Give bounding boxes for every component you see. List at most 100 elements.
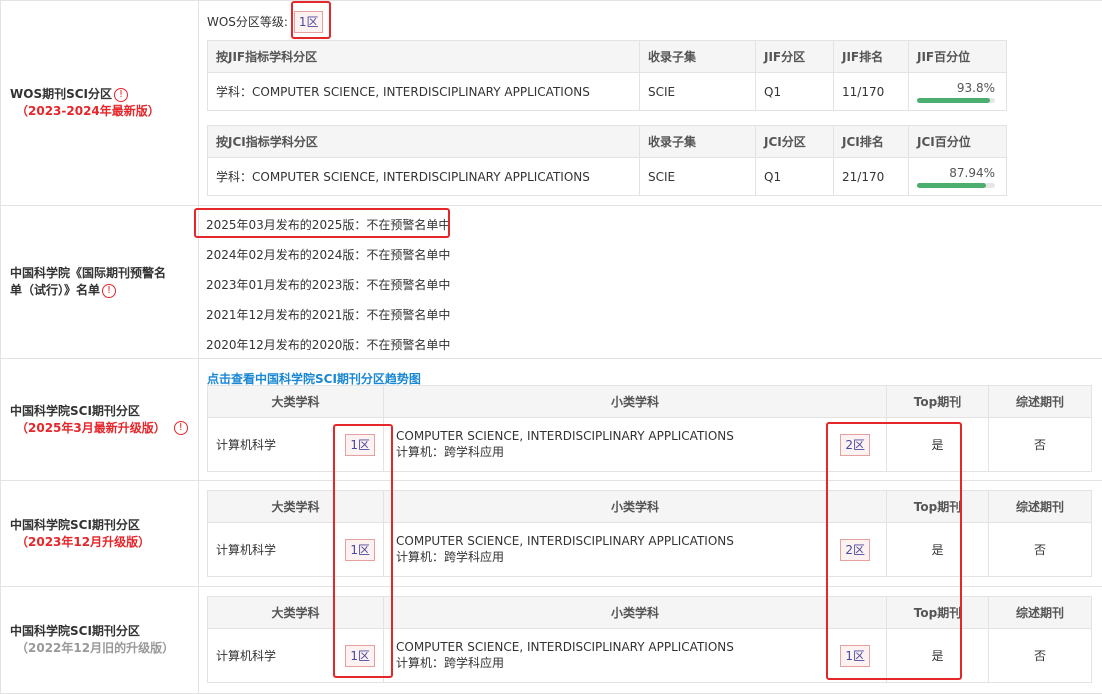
warning-label: 中国科学院《国际期刊预警名单（试行）》名单 [10,266,167,297]
wos-edition: （2023-2024年最新版） [16,104,160,118]
cas-header-minor: 小类学科 [383,385,887,418]
cas-edition: （2022年12月旧的升级版） [16,641,175,655]
jif-rank: 11/170 [833,72,909,111]
cas-header-major: 大类学科 [207,596,384,629]
jif-progress-fill [917,97,991,103]
cas-edition: （2023年12月升级版） [16,534,151,549]
cas-header-top: Top期刊 [886,596,989,629]
cas-top: 是 [886,522,989,577]
cas-header-major: 大类学科 [207,385,384,418]
jif-subset: SCIE [639,72,756,111]
warning-item: 2025年03月发布的2025版：不在预警名单中 [206,218,451,232]
cas-header-review: 综述期刊 [988,490,1092,523]
info-icon[interactable]: ! [114,87,128,102]
cas-minor-zone: 2区 [840,539,870,561]
cas-header-top: Top期刊 [886,385,989,418]
cas-header-minor: 小类学科 [383,596,887,629]
jif-header-percentile: JIF百分位 [908,40,1007,73]
cas-minor-zone: 1区 [840,645,870,667]
jci-header-rank: JCI排名 [833,125,909,158]
cas-content: 大类学科 小类学科 Top期刊 综述期刊 计算机科学 1区 COMPUTER S… [199,481,1102,586]
cas-label-cell: 中国科学院SCI期刊分区 （2022年12月旧的升级版） [0,587,199,693]
cas-major-cell: 计算机科学 1区 [207,628,384,683]
cas-header-minor: 小类学科 [383,490,887,523]
cas-major: 计算机科学 [216,649,277,663]
jci-percentile-cell: 87.94% [908,157,1007,196]
cas-major: 计算机科学 [216,438,277,452]
cas-table: 大类学科 小类学科 Top期刊 综述期刊 计算机科学 1区 COMPUTER S… [207,490,1092,577]
warning-item: 2021年12月发布的2021版：不在预警名单中 [206,308,451,322]
cas-major: 计算机科学 [216,543,277,557]
wos-grade-label: WOS分区等级: [207,15,288,29]
cas-review: 否 [988,417,1092,472]
wos-label-cell: WOS期刊SCI分区! （2023-2024年最新版） [0,1,199,205]
wos-grade-line: WOS分区等级: 1区 [207,11,324,33]
jci-progress-fill [917,182,986,188]
cas-review: 否 [988,628,1092,683]
cas-label-cell: 中国科学院SCI期刊分区 （2023年12月升级版） [0,481,199,586]
jci-header-quartile: JCI分区 [755,125,834,158]
jif-percentile-cell: 93.8% [908,72,1007,111]
warning-row: 中国科学院《国际期刊预警名单（试行）》名单! 2025年03月发布的2025版：… [0,206,1102,359]
cas-minor-cn: 计算机：跨学科应用 [396,550,505,564]
jci-percentile: 87.94% [949,165,995,180]
info-icon[interactable]: ! [173,421,188,435]
cas-major-cell: 计算机科学 1区 [207,417,384,472]
info-icon[interactable]: ! [102,283,117,298]
wos-content: WOS分区等级: 1区 按JIF指标学科分区 收录子集 JIF分区 JIF排名 … [199,1,1102,205]
cas-top: 是 [886,628,989,683]
jif-progress-bar [917,97,995,103]
cas-minor-en: COMPUTER SCIENCE, INTERDISCIPLINARY APPL… [396,429,734,443]
jci-header-subject: 按JCI指标学科分区 [207,125,640,158]
warning-label-cell: 中国科学院《国际期刊预警名单（试行）》名单! [0,206,199,358]
jci-header-subset: 收录子集 [639,125,756,158]
warning-item: 2020年12月发布的2020版：不在预警名单中 [206,338,451,352]
cas-minor-cell: COMPUTER SCIENCE, INTERDISCIPLINARY APPL… [383,417,887,472]
cas-edition: （2025年3月最新升级版） [16,420,166,435]
jci-subset: SCIE [639,157,756,196]
cas-label: 中国科学院SCI期刊分区 [10,517,140,532]
jif-quartile: Q1 [755,72,834,111]
jci-header-percentile: JCI百分位 [908,125,1007,158]
wos-label: WOS期刊SCI分区 [10,87,112,101]
cas-row-2022: 中国科学院SCI期刊分区 （2022年12月旧的升级版） 大类学科 小类学科 T… [0,587,1102,694]
cas-major-zone: 1区 [345,434,375,456]
cas-row-2025: 中国科学院SCI期刊分区 （2025年3月最新升级版）! 点击查看中国科学院SC… [0,359,1102,481]
jci-progress-bar [917,182,995,188]
jci-quartile: Q1 [755,157,834,196]
cas-minor-en: COMPUTER SCIENCE, INTERDISCIPLINARY APPL… [396,534,734,548]
warning-content: 2025年03月发布的2025版：不在预警名单中 2024年02月发布的2024… [199,206,1102,358]
cas-row-2023: 中国科学院SCI期刊分区 （2023年12月升级版） 大类学科 小类学科 Top… [0,481,1102,587]
cas-minor-cell: COMPUTER SCIENCE, INTERDISCIPLINARY APPL… [383,628,887,683]
cas-minor-cell: COMPUTER SCIENCE, INTERDISCIPLINARY APPL… [383,522,887,577]
cas-header-review: 综述期刊 [988,596,1092,629]
warning-item: 2024年02月发布的2024版：不在预警名单中 [206,248,451,262]
journal-info-table: WOS期刊SCI分区! （2023-2024年最新版） WOS分区等级: 1区 … [0,0,1102,694]
jif-percentile: 93.8% [956,80,995,95]
jif-header-rank: JIF排名 [833,40,909,73]
cas-label-cell: 中国科学院SCI期刊分区 （2025年3月最新升级版）! [0,359,199,480]
jif-table: 按JIF指标学科分区 收录子集 JIF分区 JIF排名 JIF百分位 学科：CO… [207,40,1007,111]
jci-table: 按JCI指标学科分区 收录子集 JCI分区 JCI排名 JCI百分位 学科：CO… [207,125,1007,196]
cas-top: 是 [886,417,989,472]
cas-label: 中国科学院SCI期刊分区 [10,403,140,418]
cas-major-cell: 计算机科学 1区 [207,522,384,577]
jci-rank: 21/170 [833,157,909,196]
cas-header-major: 大类学科 [207,490,384,523]
cas-label: 中国科学院SCI期刊分区 [10,624,140,638]
cas-major-zone: 1区 [345,539,375,561]
wos-row: WOS期刊SCI分区! （2023-2024年最新版） WOS分区等级: 1区 … [0,1,1102,206]
jci-subject: 学科：COMPUTER SCIENCE, INTERDISCIPLINARY A… [207,157,640,196]
jif-header-quartile: JIF分区 [755,40,834,73]
jif-header-subset: 收录子集 [639,40,756,73]
cas-minor-en: COMPUTER SCIENCE, INTERDISCIPLINARY APPL… [396,640,734,654]
cas-header-top: Top期刊 [886,490,989,523]
wos-grade-badge: 1区 [293,11,324,33]
cas-header-review: 综述期刊 [988,385,1092,418]
cas-minor-zone: 2区 [840,434,870,456]
cas-content: 大类学科 小类学科 Top期刊 综述期刊 计算机科学 1区 COMPUTER S… [199,587,1102,693]
cas-table: 大类学科 小类学科 Top期刊 综述期刊 计算机科学 1区 COMPUTER S… [207,385,1092,472]
cas-minor-cn: 计算机：跨学科应用 [396,445,505,459]
warning-item: 2023年01月发布的2023版：不在预警名单中 [206,278,451,292]
jif-header-subject: 按JIF指标学科分区 [207,40,640,73]
